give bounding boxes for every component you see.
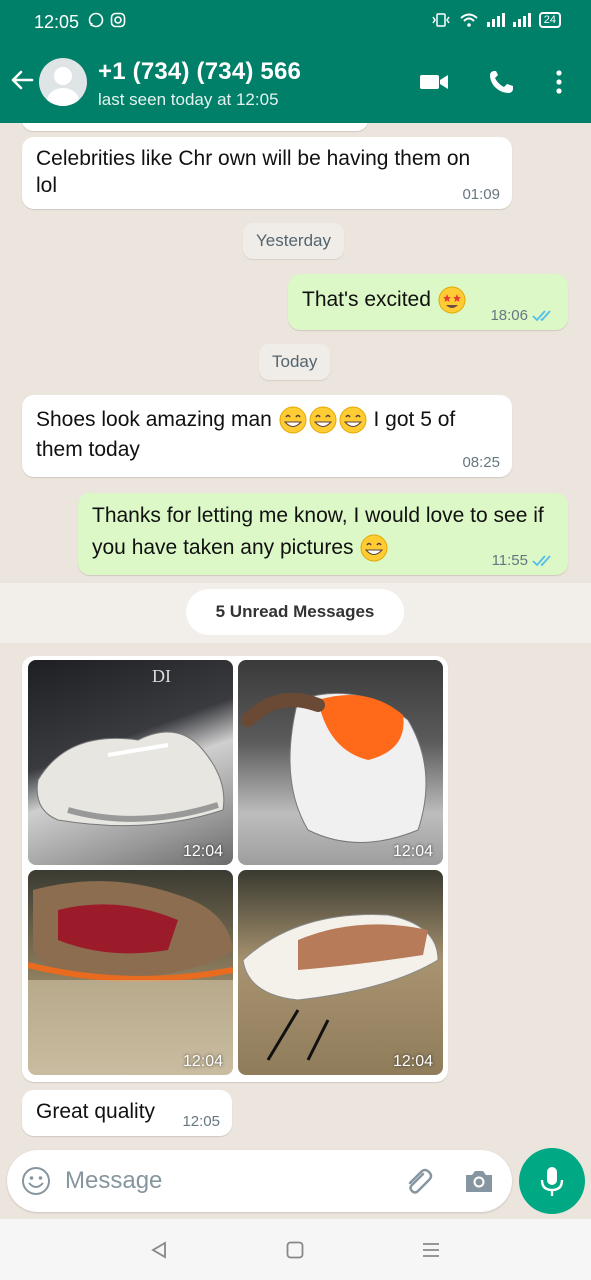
photo-time: 12:04 xyxy=(182,843,223,860)
photo-time: 12:04 xyxy=(182,1053,223,1070)
shoe-photo-3[interactable]: 12:04 xyxy=(28,870,233,1075)
message-time: 01:09 xyxy=(462,186,500,203)
status-time: 12:05 xyxy=(34,12,80,32)
message-bubble-partial xyxy=(22,123,368,131)
double-check-read-icon xyxy=(532,554,551,566)
signal-icon xyxy=(486,13,505,27)
message-bubble-incoming[interactable]: Great quality 12:05 xyxy=(22,1090,232,1136)
message-text: Thanks for letting me know, I would love… xyxy=(92,504,544,559)
battery-icon: 24 xyxy=(538,12,561,28)
system-navigation-bar xyxy=(0,1219,591,1280)
voice-record-button[interactable] xyxy=(519,1148,585,1214)
message-time: 11:55 xyxy=(491,552,528,569)
last-seen-status: last seen today at 12:05 xyxy=(98,90,279,109)
more-options-icon[interactable] xyxy=(545,68,573,96)
status-right: 24 xyxy=(431,12,561,28)
shoe-photo-1[interactable]: DI 12:04 xyxy=(28,660,233,865)
emoji-icon[interactable] xyxy=(21,1166,51,1196)
message-bubble-outgoing[interactable]: That's excited 18:06 xyxy=(288,274,568,330)
box-lettering: DI xyxy=(152,666,171,686)
photo-time: 12:04 xyxy=(392,1053,433,1070)
chat-area[interactable]: Celebrities like Chr own will be having … xyxy=(0,123,591,1143)
grinning-face-emoji-icon xyxy=(279,406,307,434)
grinning-face-emoji-icon xyxy=(339,406,367,434)
grinning-face-emoji-icon xyxy=(309,406,337,434)
contact-name[interactable]: +1 (734) (734) 566 xyxy=(98,58,301,86)
app-bar: +1 (734) (734) 566 last seen today at 12… xyxy=(0,44,591,123)
message-time: 12:05 xyxy=(182,1113,220,1130)
shoe-photo-2[interactable]: 12:04 xyxy=(238,660,443,865)
double-check-read-icon xyxy=(532,309,551,321)
chat-header: 12:05 24 +1 (734) (734) 566 last seen to… xyxy=(0,0,591,123)
date-pill-yesterday: Yesterday xyxy=(243,223,344,259)
contact-avatar[interactable] xyxy=(39,58,87,106)
sneaker-illustration xyxy=(28,881,233,1075)
message-time-with-ticks: 11:55 xyxy=(492,552,556,569)
message-time: 18:06 xyxy=(490,307,528,324)
wifi-icon xyxy=(460,13,478,27)
photo-time: 12:04 xyxy=(392,843,433,860)
instagram-notification-icon xyxy=(110,12,126,28)
signal-icon-2 xyxy=(512,13,531,27)
nav-back-icon[interactable] xyxy=(149,1240,169,1260)
voice-call-icon[interactable] xyxy=(486,68,518,96)
video-call-icon[interactable] xyxy=(418,68,450,96)
star-struck-emoji-icon xyxy=(438,286,466,314)
whatsapp-notification-icon xyxy=(88,12,104,28)
message-input[interactable] xyxy=(65,1162,385,1200)
message-bubble-incoming[interactable]: Shoes look amazing man I got 5 of them t… xyxy=(22,395,512,477)
vibrate-icon xyxy=(432,13,450,27)
sneaker-illustration xyxy=(241,692,427,843)
image-album-bubble[interactable]: DI 12:04 12:04 12:04 12:04 xyxy=(22,656,448,1082)
message-bubble-outgoing[interactable]: Thanks for letting me know, I would love… xyxy=(78,493,568,575)
attachment-icon[interactable] xyxy=(403,1166,433,1196)
message-text: Shoes look amazing man xyxy=(36,408,272,431)
sneaker-illustration: DI xyxy=(36,666,225,827)
shoe-photo-4[interactable]: 12:04 xyxy=(238,870,443,1075)
message-time: 08:25 xyxy=(462,454,500,471)
unread-messages-pill: 5 Unread Messages xyxy=(186,589,404,635)
camera-icon[interactable] xyxy=(463,1166,495,1196)
nav-menu-icon[interactable] xyxy=(421,1240,441,1260)
date-pill-today: Today xyxy=(259,344,331,380)
message-time-with-ticks: 18:06 xyxy=(490,307,556,324)
message-bubble-incoming[interactable]: Celebrities like Chr own will be having … xyxy=(22,137,512,209)
message-text: Celebrities like Chr own will be having … xyxy=(36,147,471,197)
back-arrow-icon[interactable] xyxy=(8,66,36,94)
message-composer xyxy=(7,1150,512,1212)
grinning-face-emoji-icon xyxy=(360,534,388,562)
status-app-icons xyxy=(88,12,126,28)
sneaker-illustration xyxy=(242,914,439,1061)
status-bar: 12:05 24 xyxy=(0,0,591,44)
nav-home-icon[interactable] xyxy=(285,1240,305,1260)
message-text: That's excited xyxy=(302,288,431,311)
microphone-icon xyxy=(540,1167,564,1196)
